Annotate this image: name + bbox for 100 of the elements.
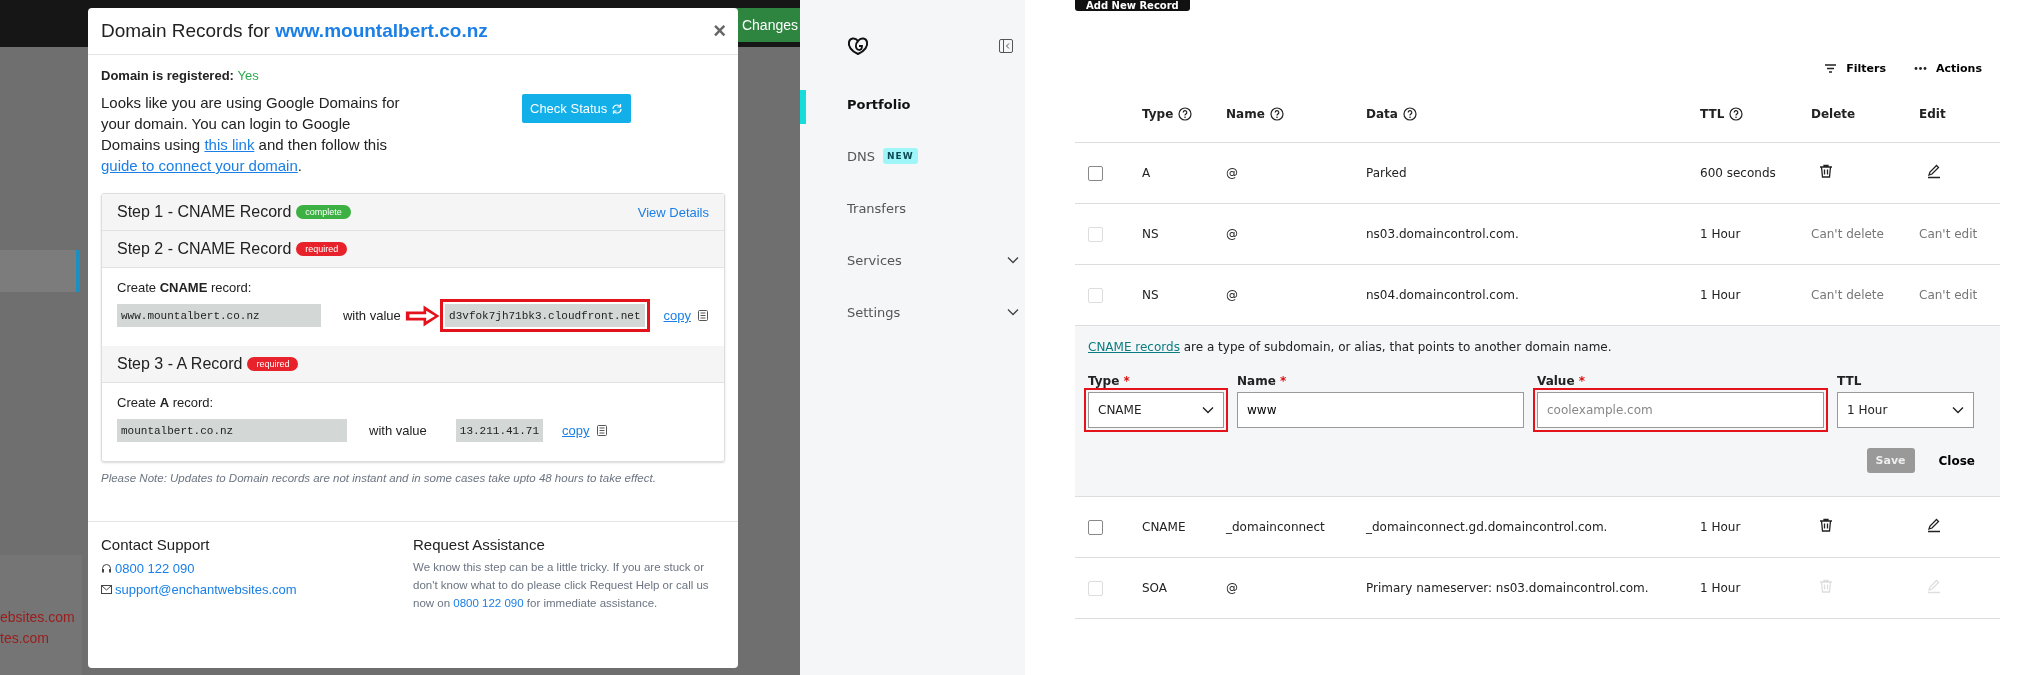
table-cell: _domainconnect.gd.domaincontrol.com. <box>1366 520 1608 534</box>
sidebar-item[interactable]: DNS NEW <box>812 130 1025 182</box>
table-cell: A <box>1142 166 1151 180</box>
actions-button[interactable]: Actions <box>1914 61 1982 75</box>
section-heading: Request Assistance <box>413 536 546 553</box>
cant-edit-text: Can't edit <box>1919 227 1978 241</box>
table-cell: ns03.domaincontrol.com. <box>1366 227 1519 241</box>
column-header: Name <box>1226 106 1265 121</box>
help-icon <box>1729 106 1744 121</box>
assistance-text: We know this step can be a little tricky. If you are stuck or don't know what to do please click Request Help or call us now on 0800 122 090 for immediate assistance. <box>413 560 710 611</box>
column-header: TTL <box>1700 106 1725 121</box>
chevron-down-icon <box>1202 406 1214 414</box>
step-title: Step 3 - A Record <box>117 355 243 373</box>
record-value: d3vfok7jh71bk3.cloudfront.net <box>445 304 645 327</box>
section-heading: Contact Support <box>101 536 211 553</box>
headset-icon <box>101 563 112 574</box>
help-icon <box>1178 106 1193 121</box>
link[interactable]: this link <box>204 136 255 153</box>
select-field[interactable]: CNAME <box>1088 392 1224 428</box>
cant-edit-text: Can't edit <box>1919 288 1978 302</box>
add-record-button[interactable]: Add New Record <box>1075 0 1190 11</box>
filters-button[interactable]: Filters <box>1824 61 1886 75</box>
chevron-down-icon <box>1952 406 1964 414</box>
table-cell: 600 seconds <box>1700 166 1776 180</box>
copy-icon <box>595 424 608 437</box>
help-text: CNAME records are a type of subdomain, or alias, that points to another domain name. <box>1088 340 1613 354</box>
row-checkbox[interactable] <box>1088 519 1103 535</box>
table-cell: SOA <box>1142 581 1168 595</box>
row-checkbox[interactable] <box>1088 165 1103 181</box>
pencil-icon[interactable] <box>1927 164 1941 179</box>
close-button[interactable]: × <box>713 18 726 44</box>
help-icon <box>1402 106 1417 121</box>
cant-delete-text: Can't delete <box>1811 288 1884 302</box>
pencil-icon[interactable] <box>1927 518 1941 533</box>
table-cell: 1 Hour <box>1700 288 1741 302</box>
sidebar-item[interactable]: Settings <box>812 286 1025 338</box>
link[interactable]: 0800 122 090 <box>453 597 524 609</box>
note-text: Please Note: Updates to Domain records are not instant and in some cases take upto 48 hours to take effect. <box>101 472 657 484</box>
table-cell: _domainconnect <box>1226 520 1325 534</box>
status-badge: required <box>296 242 348 256</box>
cant-delete-text: Can't delete <box>1811 227 1884 241</box>
chevron-down-icon <box>1007 308 1019 316</box>
with-value-label: with value <box>369 423 427 438</box>
view-details-link[interactable]: View Details <box>637 204 709 220</box>
help-icon <box>1269 106 1284 121</box>
with-value-label: with value <box>342 308 401 323</box>
table-cell: 1 Hour <box>1700 520 1741 534</box>
column-header: Edit <box>1919 106 1946 121</box>
field-label: Type * <box>1088 374 1131 388</box>
step-title: Step 1 - CNAME Record <box>117 203 292 221</box>
create-instruction: Create A record: <box>117 395 215 410</box>
trash-icon[interactable] <box>1819 164 1833 179</box>
table-cell: Primary nameserver: ns03.domaincontrol.com. <box>1366 581 1649 595</box>
intro-text: Looks like you are using Google Domains for your domain. You can login to Google Domains using this link and then follow this guide to connect your domain. <box>101 93 401 176</box>
step-title: Step 2 - CNAME Record <box>117 240 292 258</box>
select-field[interactable]: 1 Hour <box>1837 392 1974 428</box>
new-badge: NEW <box>883 148 918 164</box>
logo-icon <box>847 36 869 56</box>
chevron-down-icon <box>1007 256 1019 264</box>
field-label: TTL <box>1837 374 1863 388</box>
table-cell: @ <box>1226 288 1238 302</box>
table-cell: 1 Hour <box>1700 581 1741 595</box>
column-header: Type <box>1142 106 1174 121</box>
trash-icon[interactable] <box>1819 518 1833 533</box>
table-cell: ns04.domaincontrol.com. <box>1366 288 1519 302</box>
link[interactable]: CNAME records <box>1088 340 1180 354</box>
table-cell: 1 Hour <box>1700 227 1741 241</box>
link[interactable]: guide to connect your domain <box>101 157 298 174</box>
status-badge: required <box>247 357 299 371</box>
table-cell: @ <box>1226 581 1238 595</box>
registration-status: Domain is registered: Yes <box>101 68 260 83</box>
copy-icon <box>697 309 709 322</box>
sidebar-item[interactable]: Services <box>812 234 1025 286</box>
phone-link[interactable]: 0800 122 090 <box>115 558 195 579</box>
create-instruction: Create CNAME record: <box>117 280 253 295</box>
sidebar-item[interactable]: Transfers <box>812 182 1025 234</box>
background-text: tes.com <box>0 629 50 648</box>
selection-indicator <box>800 90 806 124</box>
collapse-sidebar-icon <box>999 39 1013 53</box>
input-field[interactable]: www <box>1237 392 1524 428</box>
copy-link[interactable]: copy <box>663 308 709 323</box>
table-cell: Parked <box>1366 166 1407 180</box>
column-header: Delete <box>1811 106 1856 121</box>
input-field[interactable]: coolexample.com <box>1537 392 1824 428</box>
email-link[interactable]: support@enchantwebsites.com <box>115 579 297 600</box>
modal-title: Domain Records for www.mountalbert.co.nz <box>101 20 488 42</box>
table-cell: NS <box>1142 288 1159 302</box>
table-cell: @ <box>1226 227 1238 241</box>
refresh-icon <box>611 102 624 115</box>
envelope-icon <box>101 585 112 594</box>
column-header: Data <box>1366 106 1398 121</box>
sidebar-item[interactable]: Portfolio <box>812 78 1025 130</box>
record-value: 13.211.41.71 <box>455 419 544 442</box>
close-button[interactable]: Close <box>1938 453 1975 468</box>
table-cell: @ <box>1226 166 1238 180</box>
background-text: ebsites.com <box>0 608 76 627</box>
field-label: Value * <box>1537 374 1586 388</box>
table-cell: CNAME <box>1142 520 1186 534</box>
host-value: mountalbert.co.nz <box>117 419 347 442</box>
copy-link[interactable]: copy <box>562 423 608 438</box>
